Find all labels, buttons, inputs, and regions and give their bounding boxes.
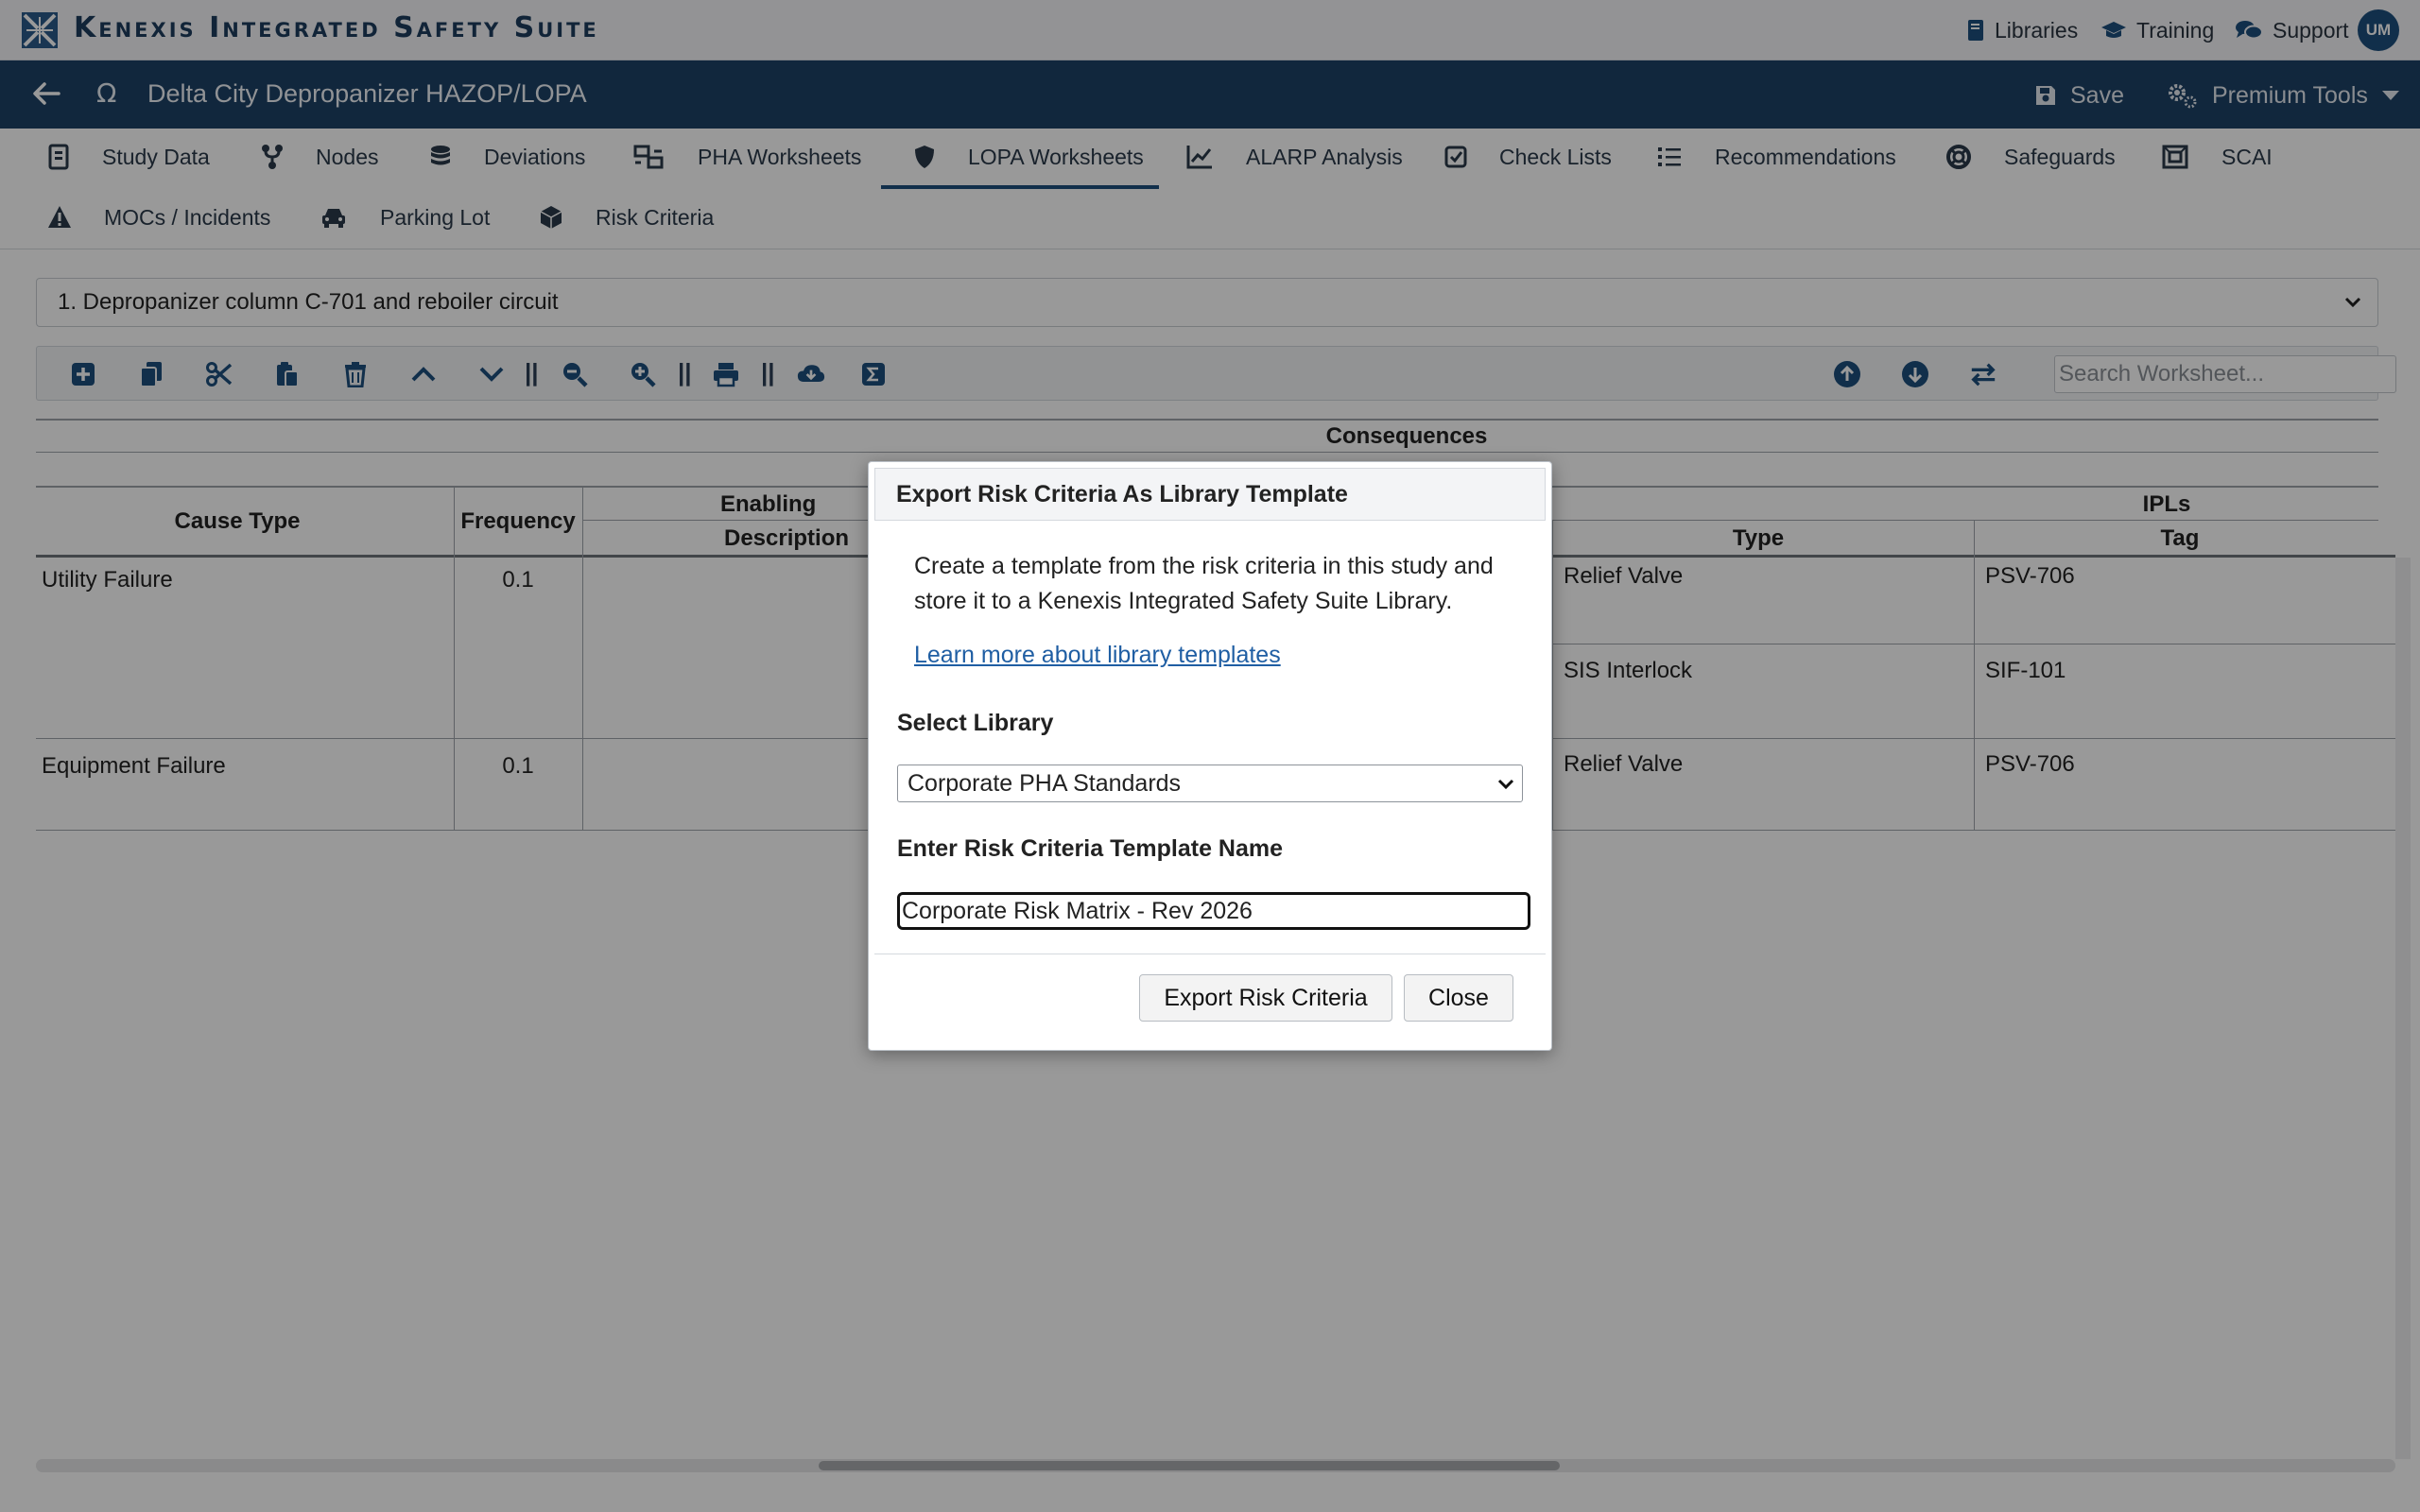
close-button[interactable]: Close bbox=[1404, 974, 1513, 1022]
select-library-label: Select Library bbox=[897, 710, 1054, 736]
template-name-label: Enter Risk Criteria Template Name bbox=[897, 835, 1284, 862]
learn-more-link[interactable]: Learn more about library templates bbox=[914, 642, 1281, 669]
dialog-title: Export Risk Criteria As Library Template bbox=[874, 468, 1546, 521]
export-risk-criteria-button[interactable]: Export Risk Criteria bbox=[1139, 974, 1392, 1022]
library-select-value: Corporate PHA Standards bbox=[908, 769, 1182, 797]
chevron-down-icon bbox=[1497, 779, 1514, 790]
library-select[interactable]: Corporate PHA Standards bbox=[897, 765, 1523, 802]
dialog-description: Create a template from the risk criteria… bbox=[914, 553, 1494, 614]
template-name-input[interactable]: Corporate Risk Matrix - Rev 2026 bbox=[897, 892, 1530, 930]
export-risk-criteria-dialog: Export Risk Criteria As Library Template… bbox=[868, 461, 1552, 1051]
